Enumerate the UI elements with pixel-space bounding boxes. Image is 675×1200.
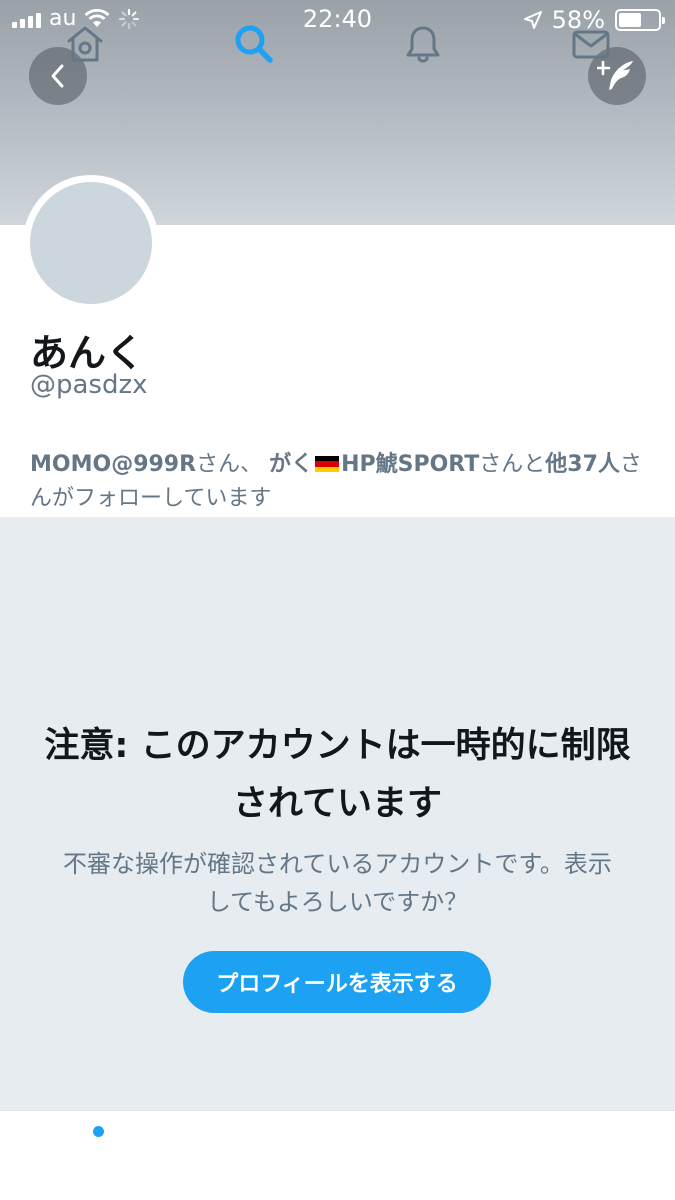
followed-suffix-1: さん、 (196, 452, 263, 477)
germany-flag-icon (315, 456, 340, 472)
user-handle: @pasdzx (30, 370, 148, 400)
status-bar: au 22:40 58% (0, 0, 675, 40)
profile-screen: au 22:40 58% あんく @pasdzx MOMO@999Rさん、 がく… (0, 0, 675, 1200)
followed-suffix-2: さんと (479, 452, 546, 477)
follower-name-2-prefix[interactable]: がく (269, 452, 313, 477)
tab-bar (0, 1110, 675, 1200)
follower-name-2-suffix[interactable]: HP鯱SPORT (341, 452, 479, 477)
followed-others-count[interactable]: 他37人 (545, 452, 620, 477)
restricted-account-notice: 注意: このアカウントは一時的に制限されています 不審な操作が確認されているアカ… (0, 517, 675, 1110)
followed-by-text[interactable]: MOMO@999Rさん、 がく HP鯱SPORTさんと他37人さんがフォローしてい… (30, 448, 650, 516)
battery-icon (615, 9, 665, 31)
avatar-placeholder (30, 182, 152, 304)
location-arrow-icon (523, 11, 542, 29)
warning-message: 不審な操作が確認されているアカウントです。表示してもよろしいですか？ (63, 850, 612, 916)
show-profile-button[interactable]: プロフィールを表示する (183, 951, 491, 1013)
new-content-dot (93, 1126, 104, 1137)
battery-percent: 58% (551, 6, 605, 34)
follower-name-1[interactable]: MOMO@999R (30, 452, 196, 477)
avatar[interactable] (23, 175, 159, 311)
status-right: 58% (523, 6, 665, 34)
display-name: あんく (30, 331, 145, 375)
battery-fill (619, 13, 641, 27)
warning-title: 注意: このアカウントは一時的に制限されています (44, 726, 631, 824)
